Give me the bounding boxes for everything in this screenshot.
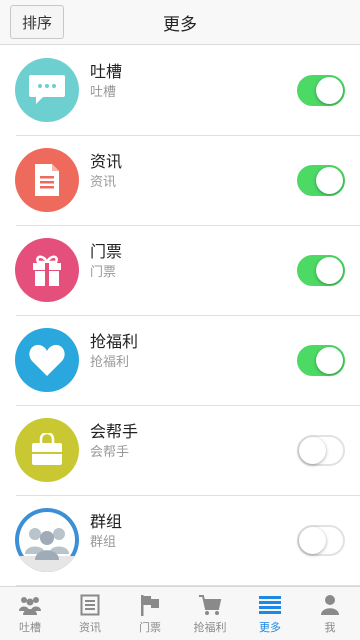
toggle-helper[interactable]	[297, 435, 345, 466]
tab-welfare[interactable]: 抢福利	[180, 587, 240, 640]
list-item-tucao: 吐槽 吐槽	[0, 46, 360, 136]
toggle-knob	[299, 527, 326, 554]
list-item-news: 资讯 资讯	[0, 136, 360, 226]
document-icon	[15, 148, 79, 212]
sort-button[interactable]: 排序	[10, 5, 64, 39]
feature-list: 吐槽 吐槽 资讯 资讯 门票 门票 抢福利 抢福利 会帮手 会帮手 群组 群组	[0, 46, 360, 586]
list-item-tickets: 门票 门票	[0, 226, 360, 316]
toggle-knob	[299, 437, 326, 464]
list-icon	[258, 593, 282, 617]
news-icon	[78, 593, 102, 617]
tab-label: 我	[324, 621, 336, 634]
tab-label: 资讯	[79, 621, 101, 634]
item-title: 会帮手	[90, 422, 139, 441]
person-icon	[318, 593, 342, 617]
tab-label: 吐槽	[19, 621, 41, 634]
gift-icon	[15, 238, 79, 302]
list-item-groups: 群组 群组	[0, 496, 360, 586]
toggle-knob	[316, 167, 343, 194]
tab-label: 门票	[139, 621, 161, 634]
group-people-icon	[15, 508, 79, 572]
cart-icon	[198, 593, 222, 617]
item-subtitle: 群组	[90, 535, 117, 550]
toggle-knob	[316, 77, 343, 104]
chat-bubble-icon	[15, 58, 79, 122]
item-subtitle: 资讯	[90, 175, 117, 190]
flag-icon	[138, 593, 162, 617]
item-subtitle: 吐槽	[90, 85, 117, 100]
tab-me[interactable]: 我	[300, 587, 360, 640]
item-title: 群组	[90, 512, 123, 531]
item-subtitle: 抢福利	[90, 355, 130, 370]
toggle-tickets[interactable]	[297, 255, 345, 286]
people-icon	[18, 593, 42, 617]
list-item-welfare: 抢福利 抢福利	[0, 316, 360, 406]
toggle-knob	[316, 347, 343, 374]
toggle-news[interactable]	[297, 165, 345, 196]
tab-tickets[interactable]: 门票	[120, 587, 180, 640]
item-subtitle: 门票	[90, 265, 117, 280]
tab-news[interactable]: 资讯	[60, 587, 120, 640]
top-bar: 排序 更多	[0, 0, 360, 45]
toggle-tucao[interactable]	[297, 75, 345, 106]
heart-icon	[15, 328, 79, 392]
item-title: 抢福利	[90, 332, 139, 351]
tab-more[interactable]: 更多	[240, 587, 300, 640]
tab-label: 抢福利	[193, 621, 227, 634]
toggle-knob	[316, 257, 343, 284]
toggle-welfare[interactable]	[297, 345, 345, 376]
shopping-bag-icon	[15, 418, 79, 482]
tab-label: 更多	[259, 621, 281, 634]
bottom-tab-bar: 吐槽 资讯 门票 抢福利 更多 我	[0, 586, 360, 640]
tab-tucao[interactable]: 吐槽	[0, 587, 60, 640]
item-title: 资讯	[90, 152, 123, 171]
item-title: 门票	[90, 242, 123, 261]
list-item-helper: 会帮手 会帮手	[0, 406, 360, 496]
toggle-groups[interactable]	[297, 525, 345, 556]
item-title: 吐槽	[90, 62, 123, 81]
item-subtitle: 会帮手	[90, 445, 130, 460]
